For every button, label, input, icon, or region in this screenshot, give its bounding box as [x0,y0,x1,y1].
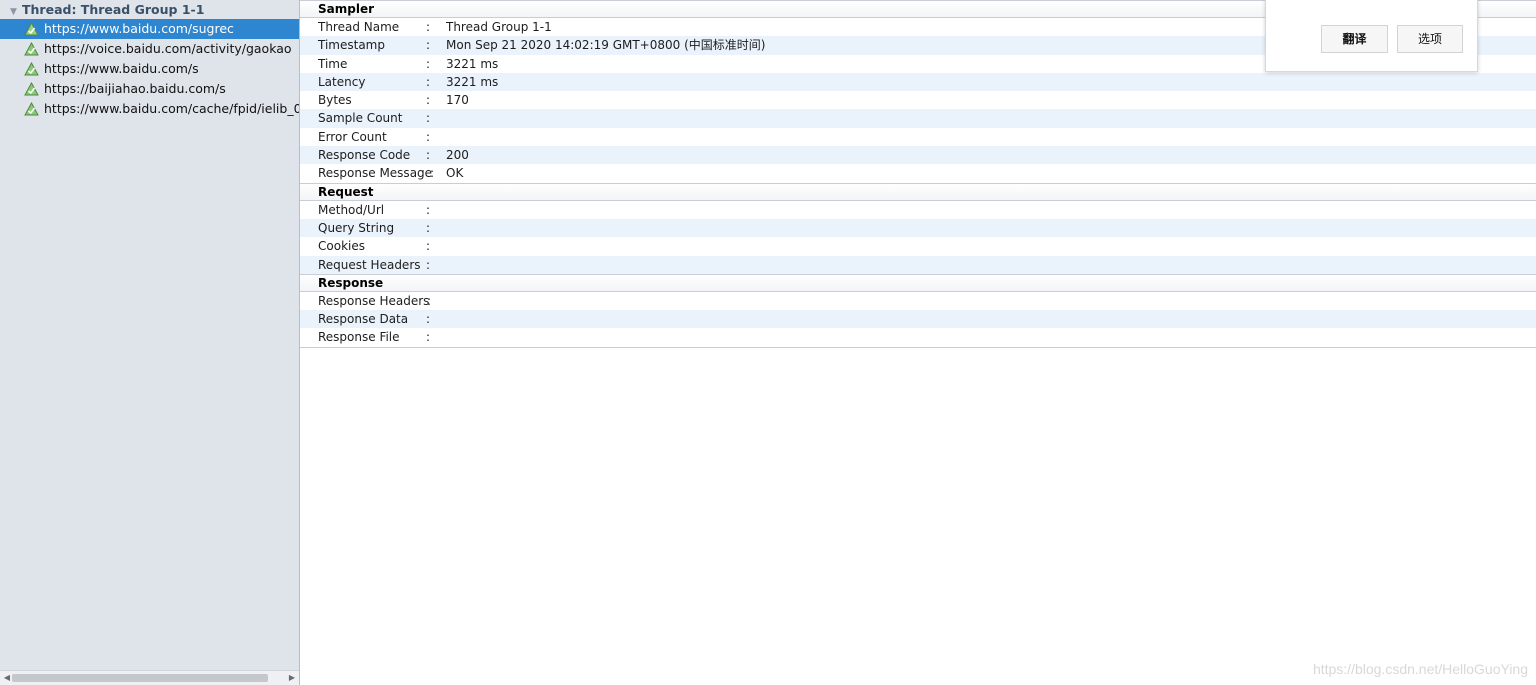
sampler-success-icon [24,82,39,96]
field-separator: : [426,74,431,89]
field-label: Method/Url [318,202,385,217]
field-label: Response File [318,330,400,345]
field-label: Response Message [318,166,433,181]
field-label: Response Code [318,148,411,163]
tree-item-label: https://www.baidu.com/s [44,61,199,76]
field-label: Error Count [318,129,387,144]
tree-item-label: https://baijiahao.baidu.com/s [44,81,226,96]
watermark: https://blog.csdn.net/HelloGuoYing [1312,661,1528,677]
row-bytes: Bytes : 170 [300,91,1536,109]
field-separator: : [426,239,431,254]
tree-item-sugrec[interactable]: https://www.baidu.com/sugrec [0,19,299,39]
field-value: 200 [446,148,469,163]
row-response-headers: Response Headers : [300,292,1536,310]
scroll-right-icon[interactable]: ▶ [287,673,297,683]
tree-list: https://www.baidu.com/sugrec https://voi… [0,19,299,119]
field-separator: : [426,148,431,163]
tree-item-cache-fpid[interactable]: https://www.baidu.com/cache/fpid/ielib_0… [0,99,299,119]
field-value: 3221 ms [446,56,499,71]
sampler-success-icon [24,22,39,36]
field-separator: : [426,38,431,53]
row-method-url: Method/Url : [300,201,1536,219]
field-separator: : [426,202,431,217]
field-value: OK [446,166,464,181]
tree-item-label: https://www.baidu.com/cache/fpid/ielib_0… [44,101,299,116]
request-section: Method/Url : Query String : Cookies : Re… [300,201,1536,274]
response-section: Response Headers : Response Data : Respo… [300,292,1536,348]
tree-root-label: Thread: Thread Group 1-1 [22,2,205,17]
sampler-success-icon [24,102,39,116]
translate-button[interactable]: 翻译 [1321,25,1388,53]
row-latency: Latency : 3221 ms [300,72,1536,92]
sampler-success-icon [24,62,39,76]
row-query-string: Query String : [300,218,1536,238]
field-separator: : [426,129,431,144]
field-label: Response Data [318,312,409,327]
field-value: Thread Group 1-1 [446,20,552,34]
field-separator: : [427,293,432,308]
scrollbar-thumb[interactable] [12,674,268,682]
field-label: Cookies [318,239,365,254]
field-label: Sample Count [318,111,403,126]
row-error-count: Error Count : [300,128,1536,146]
field-value: 170 [446,93,469,108]
tree-item-gaokao[interactable]: https://voice.baidu.com/activity/gaokao [0,39,299,59]
field-label: Response Headers [318,293,430,308]
translate-popup: 翻译 选项 [1265,0,1478,72]
field-separator: : [426,312,431,327]
field-separator: : [426,20,431,34]
tree-item-label: https://www.baidu.com/sugrec [44,21,234,36]
field-separator: : [426,56,431,71]
request-section-header: Request [300,182,1536,201]
field-value: Mon Sep 21 2020 14:02:19 GMT+0800 (中国标准时… [446,38,766,53]
field-label: Latency [318,74,366,89]
field-separator: : [426,93,431,108]
field-separator: : [430,166,435,181]
field-separator: : [426,111,431,126]
options-button[interactable]: 选项 [1397,25,1463,53]
tree-item-label: https://voice.baidu.com/activity/gaokao [44,41,292,56]
row-cookies: Cookies : [300,237,1536,255]
row-response-message: Response Message : OK [300,164,1536,182]
tree-root-node[interactable]: ▼ Thread: Thread Group 1-1 [0,1,204,19]
sample-detail-panel: Sampler Thread Name : Thread Group 1-1 T… [300,0,1536,685]
response-section-header: Response [300,273,1536,292]
scroll-left-icon[interactable]: ◀ [2,673,12,683]
field-separator: : [426,257,431,272]
row-response-code: Response Code : 200 [300,146,1536,165]
field-separator: : [426,220,431,235]
field-label: Request Headers [318,257,421,272]
results-tree-panel: ▼ Thread: Thread Group 1-1 https://www.ba… [0,0,300,685]
field-label: Query String [318,220,395,235]
row-request-headers: Request Headers : [300,255,1536,274]
field-label: Time [318,56,348,71]
row-response-data: Response Data : [300,310,1536,329]
row-response-file: Response File : [300,328,1536,346]
tree-item-baidu-s[interactable]: https://www.baidu.com/s [0,59,299,79]
field-label: Bytes [318,93,352,108]
horizontal-scrollbar[interactable]: ◀ ▶ [0,670,299,685]
tree-item-baijiahao[interactable]: https://baijiahao.baidu.com/s [0,79,299,99]
field-label: Timestamp [318,38,385,53]
field-separator: : [426,330,431,345]
field-value: 3221 ms [446,74,499,89]
sampler-success-icon [24,42,39,56]
field-label: Thread Name [318,20,400,34]
row-sample-count: Sample Count : [300,109,1536,128]
